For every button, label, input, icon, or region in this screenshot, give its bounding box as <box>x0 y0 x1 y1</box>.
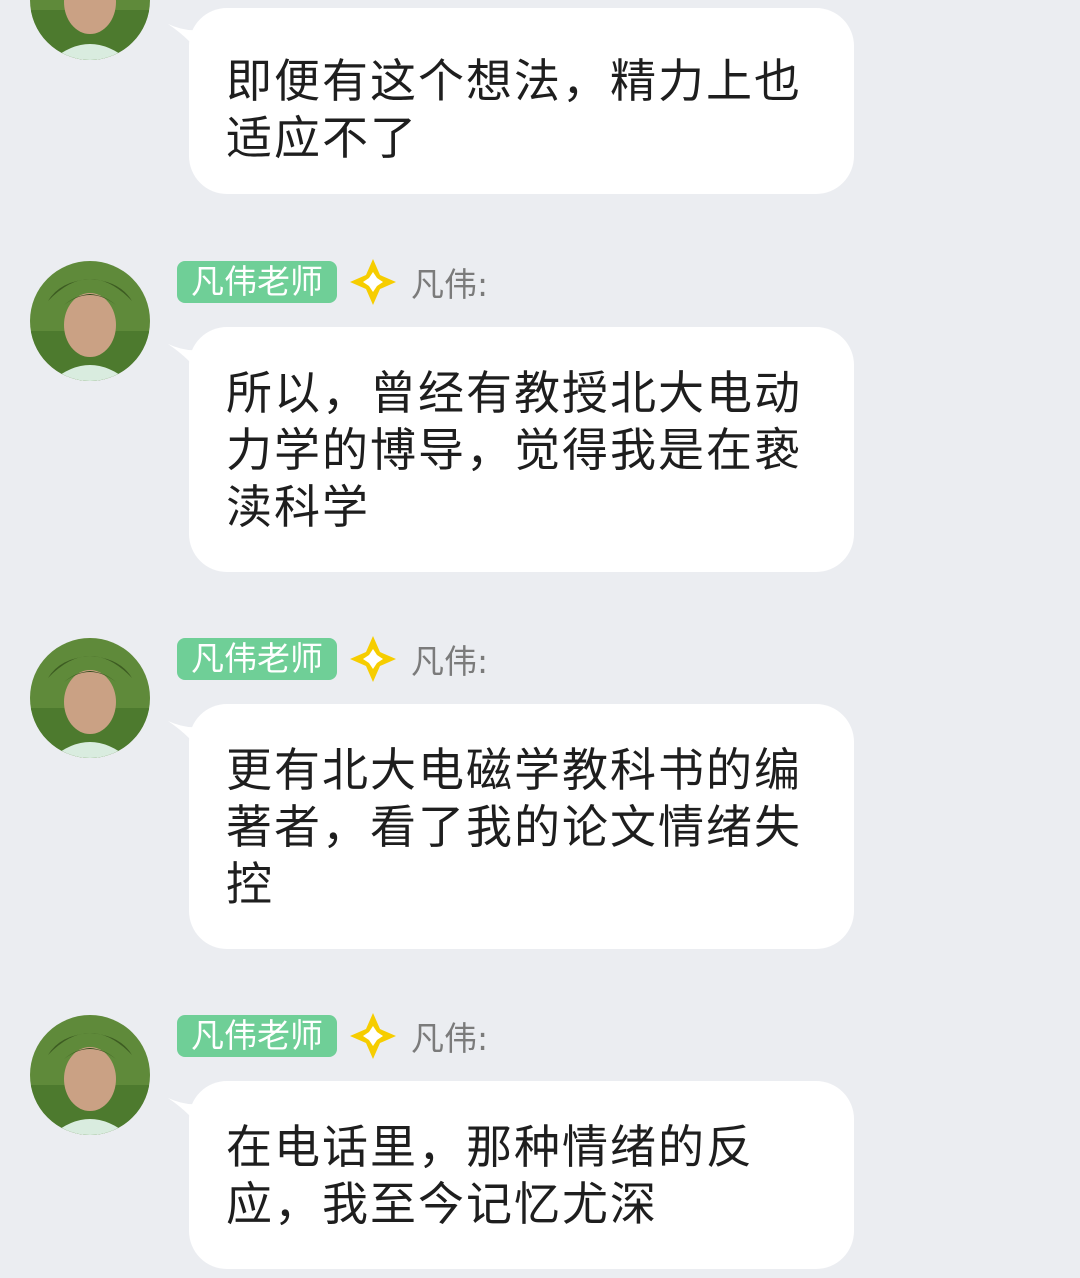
diamond-icon <box>350 259 396 305</box>
title-badge: 凡伟老师 <box>177 261 337 303</box>
message-header: 凡伟老师 凡伟: <box>177 1012 488 1060</box>
message-bubble[interactable]: 更有北大电磁学教科书的编著者，看了我的论文情绪失控 <box>189 704 854 949</box>
message-text: 在电话里，那种情绪的反应，我至今记忆尤深 <box>226 1120 754 1231</box>
message-bubble[interactable]: 所以，曾经有教授北大电动力学的博导，觉得我是在亵渎科学 <box>189 327 854 572</box>
avatar[interactable] <box>30 261 150 381</box>
message-text: 所以，曾经有教授北大电动力学的博导，觉得我是在亵渎科学 <box>226 366 802 534</box>
message-header: 凡伟老师 凡伟: <box>177 635 488 683</box>
message-bubble[interactable]: 即便有这个想法，精力上也适应不了 <box>189 8 854 194</box>
diamond-icon <box>350 636 396 682</box>
sender-name[interactable]: 凡伟: <box>411 1012 488 1060</box>
avatar[interactable] <box>30 1015 150 1135</box>
message-header: 凡伟老师 凡伟: <box>177 258 488 306</box>
message-bubble[interactable]: 在电话里，那种情绪的反应，我至今记忆尤深 <box>189 1081 854 1269</box>
title-badge: 凡伟老师 <box>177 1015 337 1057</box>
sender-name[interactable]: 凡伟: <box>411 258 488 306</box>
avatar-photo <box>30 261 150 381</box>
diamond-icon <box>350 1013 396 1059</box>
avatar-photo <box>30 1015 150 1135</box>
avatar-photo <box>30 638 150 758</box>
message-text: 即便有这个想法，精力上也适应不了 <box>226 54 802 165</box>
avatar-photo <box>30 0 150 60</box>
sender-name[interactable]: 凡伟: <box>411 635 488 683</box>
message-text: 更有北大电磁学教科书的编著者，看了我的论文情绪失控 <box>226 743 802 911</box>
avatar[interactable] <box>30 638 150 758</box>
title-badge: 凡伟老师 <box>177 638 337 680</box>
avatar[interactable] <box>30 0 150 60</box>
